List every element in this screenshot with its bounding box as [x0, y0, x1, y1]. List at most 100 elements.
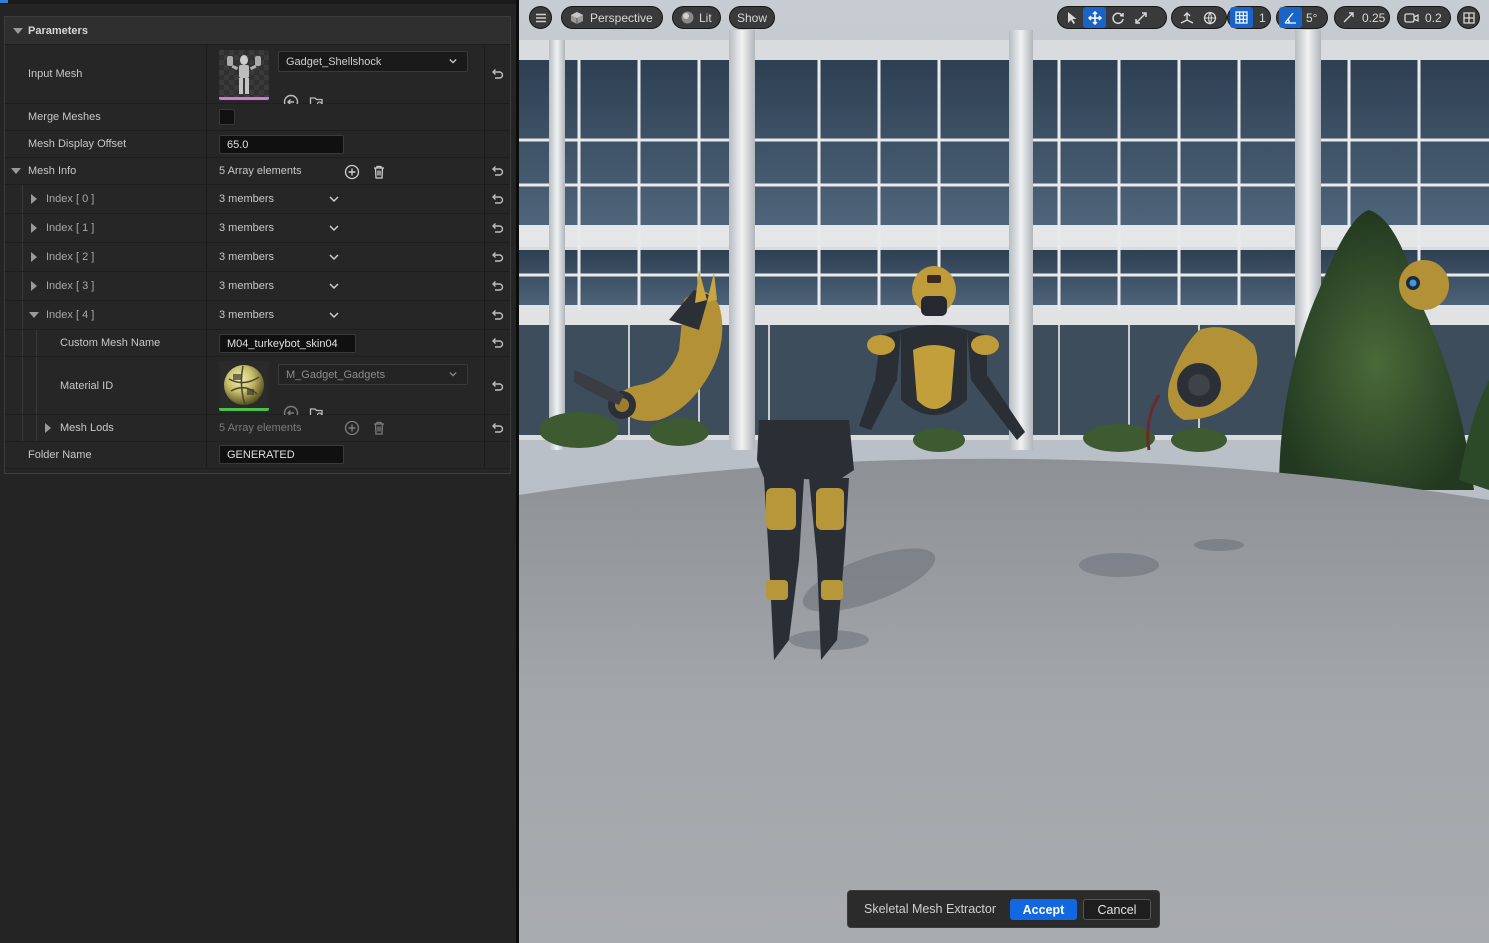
grid-snap-value[interactable]: 1	[1259, 11, 1266, 25]
scale-snap-value[interactable]: 0.25	[1362, 11, 1385, 25]
index-2-label: Index [ 2 ]	[46, 251, 95, 263]
cursor-icon	[1067, 11, 1076, 24]
input-mesh-label: Input Mesh	[28, 68, 83, 80]
reset-to-default-icon[interactable]	[490, 192, 504, 206]
expand-arrow-icon[interactable]	[29, 312, 39, 318]
grid-snap-toggle[interactable]	[1230, 7, 1253, 28]
index-1-label: Index [ 1 ]	[46, 222, 95, 234]
index-0-members: 3 members	[219, 193, 275, 205]
material-id-dropdown[interactable]: M_Gadget_Gadgets	[278, 364, 468, 385]
chevron-down-icon[interactable]	[329, 311, 339, 319]
trash-icon[interactable]	[371, 420, 387, 436]
viewport-menu-button[interactable]	[529, 6, 552, 29]
input-mesh-dropdown[interactable]: Gadget_Shellshock	[278, 51, 468, 72]
mesh-display-offset-input[interactable]: 65.0	[219, 135, 344, 154]
scale-snap-icon	[1343, 12, 1354, 23]
robot-thumbnail-icon	[219, 50, 269, 100]
expand-arrow-icon[interactable]	[31, 194, 37, 204]
add-element-icon[interactable]	[344, 420, 360, 436]
expand-arrow-icon[interactable]	[31, 281, 37, 291]
reset-to-default-icon[interactable]	[490, 221, 504, 235]
perspective-button[interactable]: Perspective	[561, 6, 663, 29]
scale-tool[interactable]	[1129, 7, 1152, 28]
cancel-button[interactable]: Cancel	[1083, 899, 1151, 920]
camera-speed-button[interactable]	[1400, 7, 1423, 28]
index-1-members: 3 members	[219, 222, 275, 234]
panel-tab-strip	[0, 0, 516, 4]
expand-arrow-icon[interactable]	[31, 223, 37, 233]
row-index-4: Index [ 4 ] 3 members	[5, 301, 510, 330]
custom-mesh-name-value: M04_turkeybot_skin04	[227, 337, 338, 350]
material-thumbnail[interactable]	[219, 361, 269, 411]
index-3-label: Index [ 3 ]	[46, 280, 95, 292]
scale-snap-toggle[interactable]	[1337, 7, 1360, 28]
mesh-thumbnail[interactable]	[219, 50, 269, 100]
chevron-down-icon	[449, 371, 457, 377]
chevron-down-icon[interactable]	[329, 253, 339, 261]
camera-speed-value[interactable]: 0.2	[1425, 11, 1442, 25]
show-label: Show	[736, 10, 768, 25]
collapse-arrow-icon[interactable]	[13, 28, 23, 34]
reset-to-default-icon[interactable]	[490, 336, 504, 350]
level-viewport[interactable]: Perspective Lit Show 1 5° 0.25 0.2 Skele…	[519, 0, 1489, 943]
details-panel: Parameters Input Mesh Gadget_Shellshock …	[0, 0, 516, 943]
expand-arrow-icon[interactable]	[11, 168, 21, 174]
rotation-snap-value[interactable]: 5°	[1306, 11, 1317, 25]
material-type-strip	[219, 408, 269, 411]
row-index-1: Index [ 1 ] 3 members	[5, 214, 510, 243]
row-input-mesh: Input Mesh Gadget_Shellshock	[5, 45, 510, 110]
mesh-display-offset-value: 65.0	[227, 138, 249, 151]
reset-to-default-icon[interactable]	[490, 279, 504, 293]
transform-tools	[1057, 6, 1167, 29]
mesh-info-count: 5 Array elements	[219, 165, 302, 177]
row-merge-meshes: Merge Meshes	[5, 104, 510, 131]
expand-arrow-icon[interactable]	[31, 252, 37, 262]
scale-icon	[1134, 11, 1147, 24]
cube-icon	[571, 11, 583, 24]
custom-mesh-name-input[interactable]: M04_turkeybot_skin04	[219, 334, 356, 353]
translate-tool[interactable]	[1083, 7, 1106, 28]
reset-to-default-icon[interactable]	[490, 421, 504, 435]
grid-icon	[1235, 11, 1248, 24]
layout-grid-icon	[1462, 11, 1475, 24]
folder-name-input[interactable]: GENERATED	[219, 445, 344, 464]
chevron-down-icon[interactable]	[329, 224, 339, 232]
viewport-layout-button[interactable]	[1457, 6, 1480, 29]
trash-icon[interactable]	[371, 164, 387, 180]
index-4-members: 3 members	[219, 309, 275, 321]
material-id-label: Material ID	[60, 379, 114, 392]
rotate-icon	[1111, 12, 1124, 24]
chevron-down-icon[interactable]	[329, 282, 339, 290]
category-title: Parameters	[28, 25, 88, 37]
move-arrows-icon	[1087, 10, 1102, 25]
world-local-toggle[interactable]	[1198, 7, 1221, 28]
tool-name: Skeletal Mesh Extractor	[864, 902, 996, 916]
material-id-value: M_Gadget_Gadgets	[286, 368, 386, 381]
lit-mode-button[interactable]: Lit	[672, 6, 721, 29]
viewport-scene	[519, 0, 1489, 943]
reset-to-default-icon[interactable]	[490, 67, 504, 81]
accept-button[interactable]: Accept	[1010, 899, 1077, 920]
add-element-icon[interactable]	[344, 164, 360, 180]
reset-to-default-icon[interactable]	[490, 379, 504, 393]
chevron-down-icon[interactable]	[329, 195, 339, 203]
folder-name-value: GENERATED	[227, 448, 295, 461]
reset-to-default-icon[interactable]	[490, 164, 504, 178]
surface-snap-tool[interactable]	[1175, 7, 1198, 28]
index-3-members: 3 members	[219, 280, 275, 292]
custom-mesh-name-label: Custom Mesh Name	[60, 337, 161, 349]
reset-to-default-icon[interactable]	[490, 250, 504, 264]
expand-arrow-icon[interactable]	[45, 423, 51, 433]
grid-snap-group: 1	[1227, 6, 1271, 29]
show-button[interactable]: Show	[729, 6, 775, 29]
merge-meshes-checkbox[interactable]	[219, 109, 235, 125]
rotation-snap-toggle[interactable]	[1279, 7, 1302, 28]
reset-to-default-icon[interactable]	[490, 308, 504, 322]
rotation-snap-group: 5°	[1276, 6, 1328, 29]
select-tool[interactable]	[1060, 7, 1083, 28]
rotate-tool[interactable]	[1106, 7, 1129, 28]
parameters-category-header[interactable]: Parameters	[5, 17, 510, 45]
perspective-label: Perspective	[590, 10, 653, 25]
angle-icon	[1284, 12, 1296, 24]
camera-icon	[1404, 12, 1419, 23]
